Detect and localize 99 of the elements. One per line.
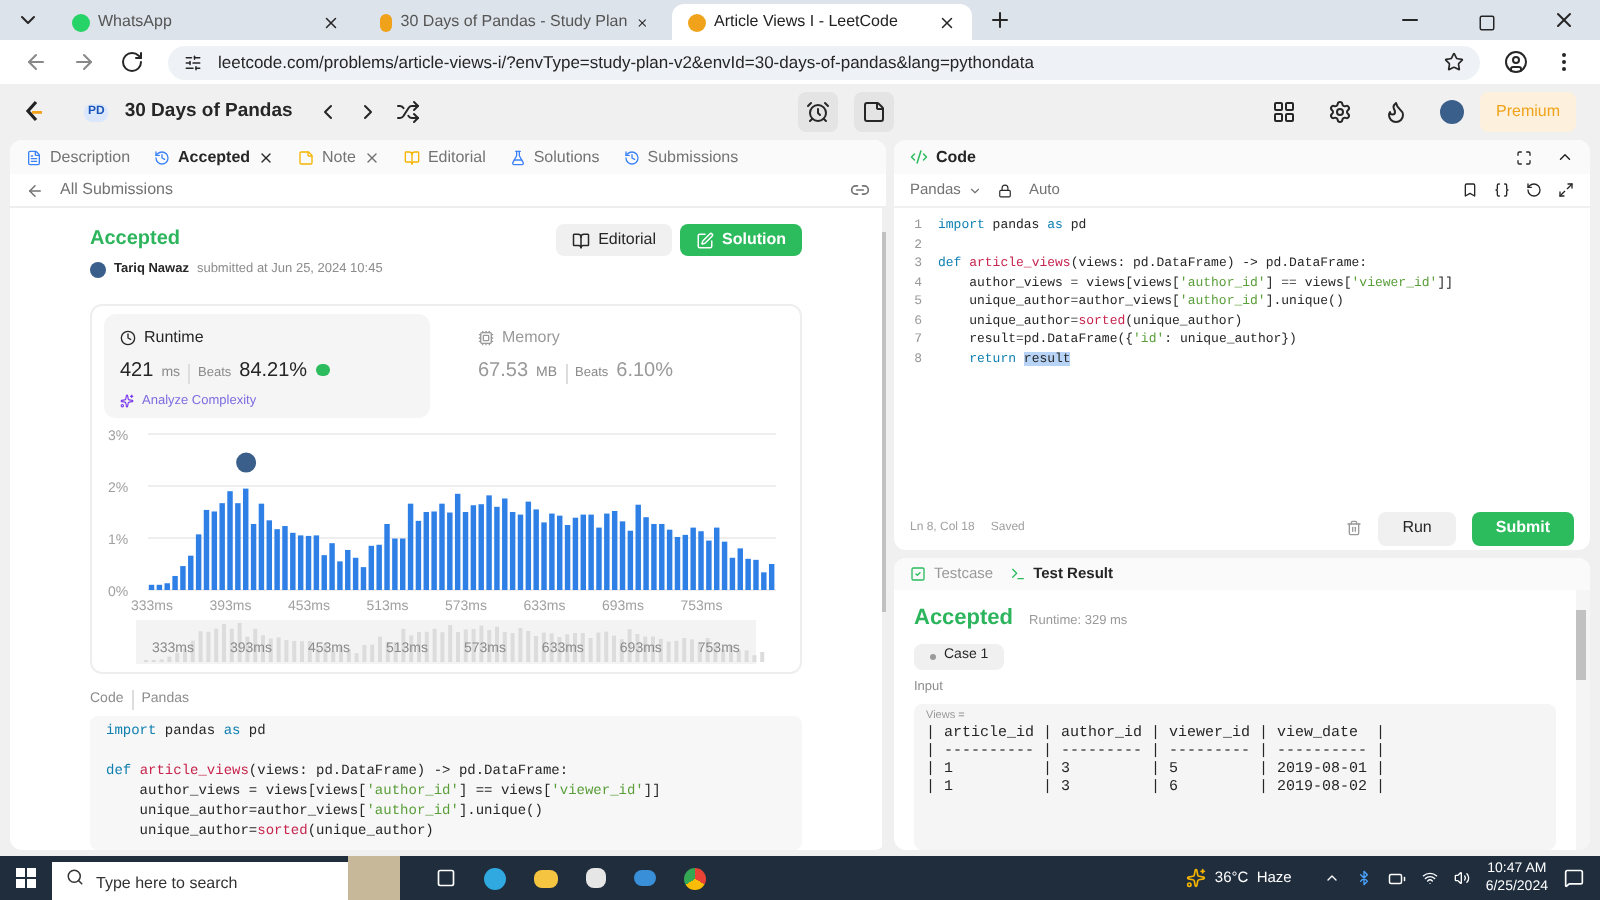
bluetooth-icon[interactable] [1355, 870, 1372, 886]
reload-icon[interactable] [120, 50, 144, 74]
flame-icon[interactable] [1384, 100, 1408, 124]
settings-icon[interactable] [1328, 100, 1352, 124]
battery-icon[interactable] [1387, 869, 1406, 887]
folder-icon[interactable] [534, 869, 558, 887]
stat-value: 421 [120, 357, 154, 386]
study-plan-title[interactable]: 30 Days of Pandas [124, 97, 293, 127]
user-avatar[interactable] [1440, 100, 1464, 124]
favicon-icon [72, 13, 90, 31]
weather-icon[interactable] [1186, 868, 1207, 888]
badge-icon [315, 363, 330, 376]
document-icon [26, 149, 42, 165]
note-icon [862, 100, 887, 124]
avatar-marker [234, 450, 259, 475]
browser-tab[interactable]: Article Views I - LeetCode [672, 4, 972, 40]
close-tab-icon[interactable] [258, 149, 275, 165]
run-button[interactable]: Run [1378, 511, 1456, 545]
all-submissions-link[interactable]: All Submissions [60, 178, 173, 202]
edit-icon [696, 231, 714, 249]
note-icon [298, 149, 315, 165]
checkbox-icon [910, 566, 926, 582]
panel-title: Code [936, 145, 976, 169]
close-icon[interactable] [322, 13, 340, 31]
address-bar[interactable]: leetcode.com/problems/article-views-i/?envType=study-plan-v2&envId=30-days-of-pandas&lang=pythondata [168, 45, 1480, 79]
scrollbar[interactable] [1576, 590, 1590, 850]
reset-icon[interactable] [1526, 182, 1542, 198]
profile-avatar-icon[interactable] [1504, 50, 1528, 74]
stat-value: 67.53 [478, 357, 529, 386]
windows-start-icon[interactable] [16, 868, 36, 888]
tab-title: 30 Days of Pandas - Study Plan [400, 10, 628, 34]
browser-tab[interactable]: WhatsApp [56, 4, 356, 40]
favicon-icon [688, 13, 706, 31]
search-icon [66, 868, 84, 886]
book-icon [403, 149, 420, 165]
close-icon[interactable] [635, 13, 648, 31]
browser-icon[interactable] [484, 867, 506, 889]
collapse-icon[interactable] [1556, 148, 1574, 166]
restore-icon[interactable] [1478, 14, 1496, 32]
panel-tab[interactable]: Editorial [403, 145, 486, 169]
clock-icon [120, 329, 136, 346]
sparkle-icon [120, 394, 134, 409]
beats-percent: 6.10% [616, 357, 674, 386]
favicon-icon [380, 13, 393, 31]
trash-icon[interactable] [1346, 520, 1363, 536]
bookmark-icon[interactable] [1462, 182, 1478, 198]
notes-button[interactable] [854, 92, 895, 132]
alarm-clock-icon [806, 100, 831, 124]
submission-status: Accepted [90, 226, 183, 254]
panel-tab[interactable]: Note [298, 145, 380, 169]
stat-label: Runtime [144, 325, 204, 350]
history-icon [623, 149, 640, 165]
stat-label: Memory [502, 325, 560, 350]
search-highlight-picture [348, 856, 400, 900]
new-tab-icon[interactable] [988, 8, 1012, 32]
author-avatar [90, 261, 106, 278]
tray-expand-icon[interactable] [1323, 870, 1340, 886]
bookmark-star-icon[interactable] [1444, 52, 1464, 72]
beats-percent: 84.21% [239, 357, 308, 386]
result-status: Accepted [914, 604, 1014, 634]
layout-icon[interactable] [1272, 100, 1296, 124]
shuffle-icon[interactable] [396, 100, 421, 124]
chevron-down-icon [968, 183, 983, 197]
taskbar-search-field[interactable]: Type here to search [52, 861, 348, 900]
back-arrow-icon[interactable] [26, 181, 44, 199]
link-icon[interactable] [850, 180, 870, 200]
mail-icon[interactable] [634, 870, 656, 886]
editorial-button[interactable]: Editorial [556, 224, 672, 256]
chip-icon [478, 329, 494, 346]
expand-icon[interactable] [1558, 182, 1574, 198]
tab-title: Article Views I - LeetCode [714, 10, 900, 34]
site-info-icon[interactable] [184, 53, 202, 71]
forward-icon[interactable] [72, 50, 96, 74]
panel-tab[interactable]: Submissions [623, 145, 739, 169]
browser-tab[interactable]: 30 Days of Pandas - Study Plan [364, 4, 664, 40]
url-text: leetcode.com/problems/article-views-i/?envType=study-plan-v2&envId=30-days-of-pandas&lang=pythondata [218, 49, 1036, 75]
notification-icon[interactable] [1564, 868, 1584, 888]
terminal-icon [1009, 566, 1026, 582]
history-icon [154, 149, 171, 165]
chrome-icon[interactable] [684, 867, 706, 889]
fullscreen-icon[interactable] [1516, 149, 1532, 165]
flask-icon [509, 149, 526, 165]
panel-tab[interactable]: Accepted [154, 145, 275, 169]
tab-title: WhatsApp [98, 10, 174, 34]
format-icon[interactable] [1494, 182, 1510, 198]
wifi-icon[interactable] [1421, 870, 1438, 886]
close-icon[interactable] [938, 13, 956, 31]
lock-icon [998, 183, 1013, 197]
panel-tab[interactable]: Description [26, 145, 131, 169]
logo-icon[interactable] [24, 100, 44, 124]
store-icon[interactable] [586, 868, 606, 888]
task-view-icon[interactable] [436, 868, 456, 888]
volume-icon[interactable] [1453, 870, 1470, 886]
timer-button[interactable] [798, 92, 839, 132]
panel-tab[interactable]: Solutions [509, 145, 600, 169]
book-icon [572, 231, 591, 249]
close-icon[interactable] [1552, 8, 1576, 32]
code-icon [910, 148, 928, 166]
back-icon[interactable] [24, 50, 48, 74]
